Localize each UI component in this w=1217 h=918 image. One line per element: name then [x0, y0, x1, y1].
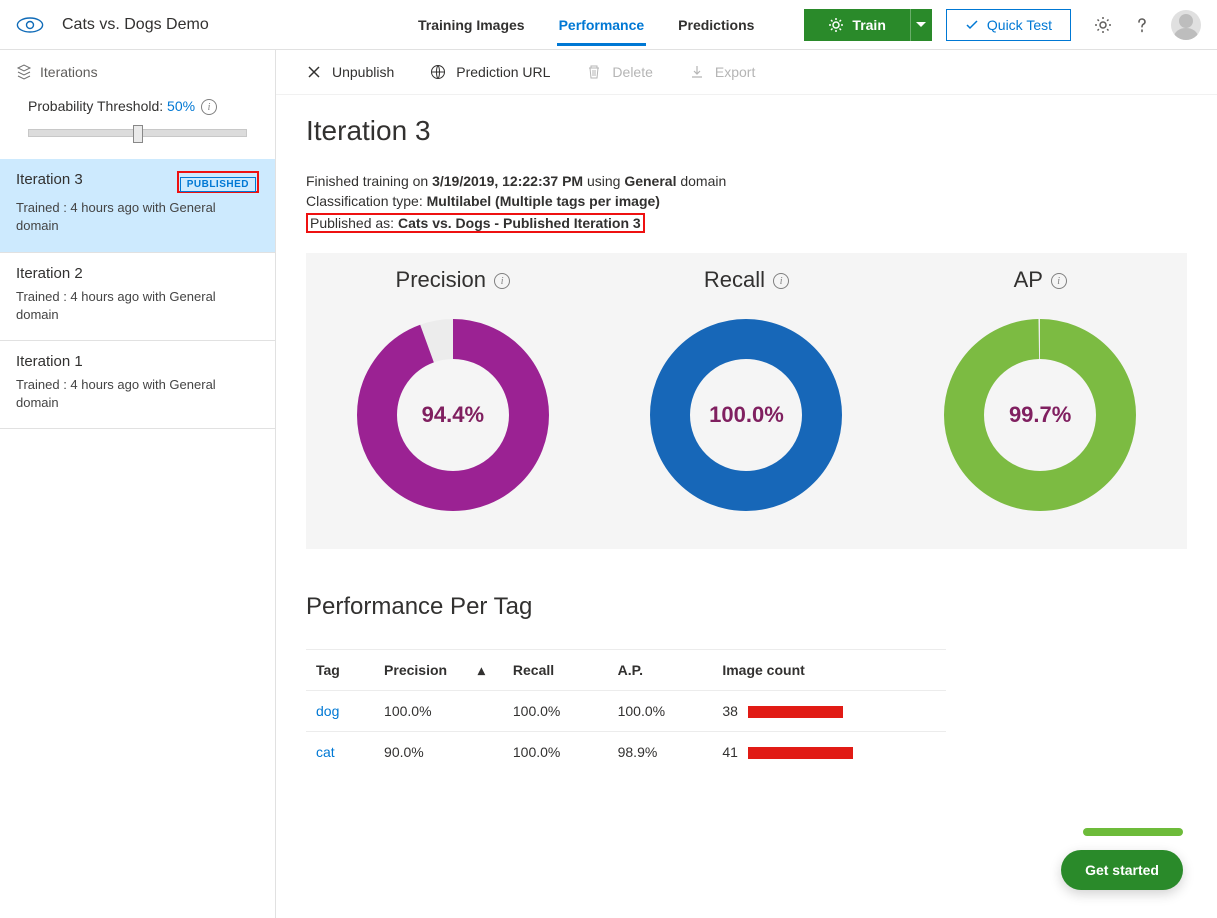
content-pane: Unpublish Prediction URL Delete Export I… — [276, 50, 1217, 918]
table-row: cat 90.0%100.0%98.9%41 — [306, 732, 946, 773]
sort-asc-icon: ▴ — [478, 662, 485, 679]
layers-icon — [16, 64, 32, 80]
train-dropdown-button[interactable] — [910, 9, 932, 41]
sidebar-header: Iterations — [0, 50, 275, 94]
slider-thumb[interactable] — [133, 125, 143, 143]
cell-ap: 98.9% — [608, 732, 713, 773]
globe-icon — [430, 64, 446, 80]
cell-precision: 100.0% — [374, 691, 503, 732]
ap-metric: AP i 99.7% — [940, 267, 1140, 515]
col-ap[interactable]: A.P. — [608, 650, 713, 691]
col-image-count[interactable]: Image count — [712, 650, 946, 691]
user-avatar[interactable] — [1171, 10, 1201, 40]
count-bar — [748, 747, 853, 759]
iteration-item-1[interactable]: Iteration 1 Trained : 4 hours ago with G… — [0, 341, 275, 429]
export-button: Export — [689, 64, 755, 80]
check-icon — [965, 18, 979, 32]
tag-link[interactable]: cat — [316, 744, 335, 760]
get-started-button[interactable]: Get started — [1061, 850, 1183, 890]
threshold-slider[interactable] — [28, 129, 247, 137]
settings-gear-icon[interactable] — [1093, 15, 1113, 35]
precision-donut: 94.4% — [353, 315, 553, 515]
iteration-subtitle: Trained : 4 hours ago with General domai… — [16, 376, 259, 412]
precision-info-icon[interactable]: i — [494, 273, 510, 289]
published-badge: PUBLISHED — [180, 177, 256, 192]
precision-metric: Precision i 94.4% — [353, 267, 553, 515]
iteration-item-3[interactable]: Iteration 3 PUBLISHED Trained : 4 hours … — [0, 159, 275, 252]
iterations-sidebar: Iterations Probability Threshold: 50% i … — [0, 50, 276, 918]
quick-test-button[interactable]: Quick Test — [946, 9, 1071, 41]
ap-donut: 99.7% — [940, 315, 1140, 515]
floating-progress-pill — [1083, 828, 1183, 836]
top-bar: Cats vs. Dogs Demo Training Images Perfo… — [0, 0, 1217, 50]
published-as-line: Published as: Cats vs. Dogs - Published … — [306, 213, 1187, 233]
perf-per-tag-title: Performance Per Tag — [306, 593, 1187, 621]
tab-predictions[interactable]: Predictions — [676, 3, 756, 46]
col-recall[interactable]: Recall — [503, 650, 608, 691]
classification-type-line: Classification type: Multilabel (Multipl… — [306, 193, 1187, 209]
tab-performance[interactable]: Performance — [557, 3, 647, 46]
close-icon — [306, 64, 322, 80]
iteration-subtitle: Trained : 4 hours ago with General domai… — [16, 199, 259, 235]
iteration-item-2[interactable]: Iteration 2 Trained : 4 hours ago with G… — [0, 253, 275, 341]
recall-donut: 100.0% — [646, 315, 846, 515]
prediction-url-button[interactable]: Prediction URL — [430, 64, 550, 80]
cell-image-count: 38 — [712, 691, 946, 732]
unpublish-button[interactable]: Unpublish — [306, 64, 394, 80]
cell-image-count: 41 — [712, 732, 946, 773]
download-icon — [689, 64, 705, 80]
train-button-group: Train — [804, 9, 931, 41]
gear-train-icon — [828, 17, 844, 33]
cell-recall: 100.0% — [503, 732, 608, 773]
table-row: dog100.0%100.0%100.0%38 — [306, 691, 946, 732]
iteration-name: Iteration 2 — [16, 265, 259, 282]
col-precision[interactable]: Precision▴ — [374, 650, 503, 691]
iteration-title: Iteration 3 — [306, 115, 1187, 147]
caret-down-icon — [916, 22, 926, 28]
cell-ap: 100.0% — [608, 691, 713, 732]
train-button[interactable]: Train — [804, 9, 909, 41]
count-bar — [748, 706, 843, 718]
recall-metric: Recall i 100.0% — [646, 267, 846, 515]
cell-recall: 100.0% — [503, 691, 608, 732]
vision-logo-icon — [16, 16, 44, 34]
cell-precision: 90.0% — [374, 732, 503, 773]
delete-button: Delete — [586, 64, 652, 80]
main-tabs: Training Images Performance Predictions — [416, 3, 756, 46]
recall-info-icon[interactable]: i — [773, 273, 789, 289]
project-title: Cats vs. Dogs Demo — [62, 16, 209, 34]
tab-training-images[interactable]: Training Images — [416, 3, 527, 46]
iteration-name: Iteration 3 — [16, 171, 83, 188]
iteration-subtitle: Trained : 4 hours ago with General domai… — [16, 288, 259, 324]
iteration-toolbar: Unpublish Prediction URL Delete Export — [276, 50, 1217, 95]
iteration-name: Iteration 1 — [16, 353, 259, 370]
finished-training-line: Finished training on 3/19/2019, 12:22:37… — [306, 173, 1187, 189]
trash-icon — [586, 64, 602, 80]
help-icon[interactable] — [1133, 16, 1151, 34]
probability-threshold: Probability Threshold: 50% i — [0, 94, 275, 121]
perf-table: Tag Precision▴ Recall A.P. Image count d… — [306, 649, 946, 772]
metrics-panel: Precision i 94.4% Recall i 100.0% AP i — [306, 253, 1187, 549]
ap-info-icon[interactable]: i — [1051, 273, 1067, 289]
performance-per-tag: Performance Per Tag Tag Precision▴ Recal… — [306, 593, 1187, 772]
tag-link[interactable]: dog — [316, 703, 339, 719]
threshold-info-icon[interactable]: i — [201, 99, 217, 115]
col-tag[interactable]: Tag — [306, 650, 374, 691]
